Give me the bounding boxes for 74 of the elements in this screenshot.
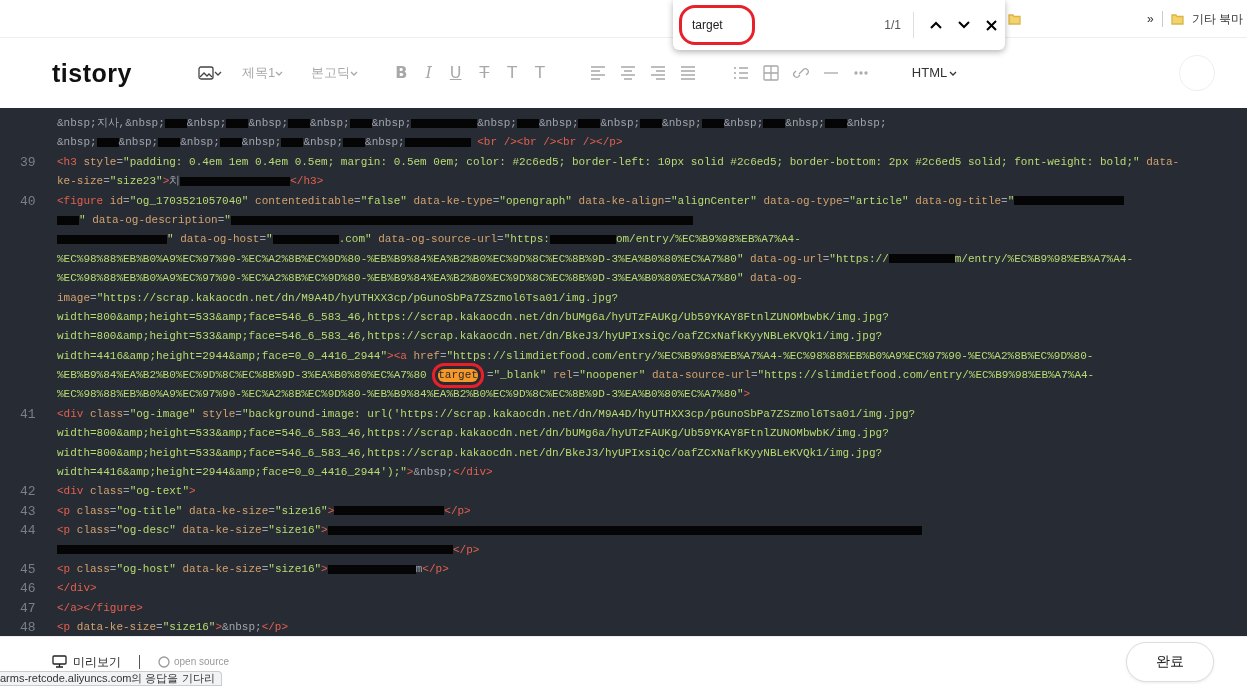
format-dropdown[interactable]: 본고딕 (305, 63, 365, 83)
code-line: %EC%98%88%EB%B0%A9%EC%97%90-%EC%A2%8B%EC%9D%80-%EB%B9%84%EA%B2%B0%EC%9D%8C%EC%8B%9D-3%EA%B0%80%EC%A7%80"> (57, 387, 751, 403)
caret-icon (949, 69, 958, 77)
overflow-chevron[interactable]: » (1146, 9, 1154, 28)
code-line: image="https://scrap.kakaocdn.net/dn/M9A4D/hyUTHXX3cp/pGunoSbPa7ZSzmol6Tsa01/img.jpg? (57, 290, 619, 306)
status-tooltip: arms-retcode.aliyuncs.com의 응답을 기다리 (0, 671, 222, 686)
code-line: &nbsp;지사,&nbsp; &nbsp; &nbsp; &nbsp; &nbsp; &nbsp; &nbsp; &nbsp; &nbsp; &nbsp; &nbsp; &nbsp; (57, 116, 887, 131)
code-line: &nbsp; &nbsp; &nbsp; &nbsp; &nbsp; &nbsp; <br /><br /><br /></p> (57, 135, 623, 151)
line-number: 39 (19, 153, 37, 172)
monitor-icon (52, 655, 67, 668)
code-line: width=800&amp;height=533&amp;face=546_6_583_46,https://scrap.kakaocdn.net/dn/BkeJ3/hyUPIxsiQc/oafZCxNafkKyyNBLeKVQk1/img.jpg? (57, 445, 883, 461)
preview-link[interactable]: 미리보기 (73, 652, 121, 671)
code-line: </p> (57, 540, 480, 560)
align-right-icon (649, 64, 666, 82)
code-line: </a></figure> (57, 600, 143, 616)
match-count: 1/1 (884, 17, 901, 34)
caret-icon (275, 69, 284, 77)
list-icon (732, 64, 749, 82)
more-icon (852, 71, 869, 75)
code-line: width=4416&amp;height=2944&amp;face=0_0_4416_2944"><a href="https://slimdietfood.com/entry/%EC%B9%98%EB%A7%A4-%EC%98%88%EB%B0%A9%EC%97%90-%EC%A2%8B%EC%9D%80- (57, 348, 1094, 364)
code-line: %EB%B9%84%EA%B2%B0%EC%9D%8C%EC%8B%9D-3%EA%B0%80%EC%A7%80 target ="_blank" rel="noopener" data-source-url="https://slimdietfood.com/entry/%EC%B9%98%EB%A7%A4- (57, 368, 1095, 385)
plain-button[interactable]: T (502, 61, 523, 85)
code-line: <figure id="og_1703521057040" contenteditable="false" data-ke-type="opengraph" data-ke-align="alignCenter" data-og-type="article" data-og-title=" (57, 191, 1125, 211)
code-line: <div class="og-text"> (57, 484, 196, 500)
tistory-logo[interactable]: tistory (52, 60, 192, 86)
code-line: <p class="og-desc" data-ke-size="size16"> (57, 521, 922, 541)
folder-icon[interactable] (1007, 12, 1021, 25)
italic-button[interactable]: I (420, 61, 437, 85)
folder-icon[interactable] (1170, 12, 1184, 25)
chevron-down-icon (958, 21, 970, 29)
code-line: " data-og-host=" .com" data-og-source-url="https: om/entry/%EC%B9%98%EB%A7%A4- (57, 230, 801, 250)
table-icon (762, 64, 779, 82)
code-line: ke-size="size23">치 </h3> (57, 174, 324, 190)
code-line: <p class="og-title" data-ke-size="size16"> </p> (57, 503, 471, 519)
caret-icon (350, 69, 359, 77)
code-line: </div> (57, 581, 97, 597)
code-line: %EC%98%88%EB%B0%A9%EC%97%90-%EC%A2%8B%EC%9D%80-%EB%B9%84%EA%B2%B0%EC%9D%8C%EC%8B%9D-3%EA%B0%80%EC%A7%80" data-og- (57, 271, 803, 287)
horizontal-rule-icon (822, 71, 839, 75)
line-number: 43 (19, 502, 37, 521)
code-line: width=800&amp;height=533&amp;face=546_6_583_46,https://scrap.kakaocdn.net/dn/bUMg6a/hyUTzFAUKg/Ub59YKAY8FtnlZUNOMbwbK/img.jpg? (57, 309, 889, 325)
code-line: width=800&amp;height=533&amp;face=546_6_583_46,https://scrap.kakaocdn.net/dn/BkeJ3/hyUPIxsiQc/oafZCxNafkKyyNBLeKVQk1/img.jpg? (57, 329, 883, 345)
underline-button[interactable]: U (444, 61, 467, 85)
code-line: width=800&amp;height=533&amp;face=546_6_583_46,https://scrap.kakaocdn.net/dn/bUMg6a/hyUTzFAUKg/Ub59YKAY8FtnlZUNOMbwbK/img.jpg? (57, 426, 889, 442)
code-line: <p data-ke-size="size16">&nbsp;</p> (57, 620, 289, 636)
line-number: 42 (19, 483, 37, 502)
caret-icon (214, 69, 222, 77)
code-line: <p class="og-host" data-ke-size="size16"> m</p> (57, 562, 449, 577)
line-number: 45 (19, 561, 37, 579)
align-left-icon (589, 64, 606, 82)
code-line: %EC%98%88%EB%B0%A9%EC%97%90-%EC%A2%8B%EC%9D%80-%EB%B9%84%EA%B2%B0%EC%9D%8C%EC%8B%9D-3%EA%B0%80%EC%A7%80" data-og-url="https:// m/entry/%EC%B9%98%EB%A7%A4- (57, 251, 1133, 267)
line-number: 41 (19, 405, 37, 424)
line-number: 46 (19, 580, 37, 599)
code-line: width=4416&amp;height=2944&amp;face=0_0_4416_2944');">&nbsp;</div> (57, 465, 493, 481)
find-field[interactable]: target (679, 5, 755, 45)
done-button[interactable]: 완료 (1126, 641, 1214, 682)
bold-button[interactable]: B (390, 61, 413, 85)
code-line: <div class="og-image" style="background-image: url('https://scrap.kakaocdn.net/dn/M9A4D/hyUTHXX3cp/pGunoSbPa7ZSzmol6Tsa01/img.jpg? (57, 406, 916, 422)
plain-button[interactable]: T (530, 61, 550, 85)
justify-icon (679, 64, 696, 82)
line-number: 40 (19, 192, 37, 211)
line-number: 48 (19, 619, 37, 636)
bookmark-folder[interactable]: 기타 북마 (1191, 9, 1243, 28)
close-icon (986, 19, 997, 31)
code-line: <h3 style="padding: 0.4em 1em 0.4em 0.5em; margin: 0.5em 0em; color: #2c6ed5; border-left: 10px solid #2c6ed5; border-bottom: 2px #2c6ed5 solid; font-weight: bold;" data- (57, 154, 1180, 170)
line-number: 47 (19, 599, 37, 618)
line-number: 44 (19, 522, 37, 541)
code-line: " data-og-description=" (57, 210, 693, 231)
mode-dropdown[interactable]: HTML (905, 62, 964, 84)
align-center-icon (619, 64, 636, 82)
open-source-link[interactable]: open source (174, 654, 230, 669)
strike-button[interactable]: T (474, 61, 495, 85)
format-dropdown[interactable]: 제목1 (236, 63, 290, 83)
chevron-up-icon (930, 21, 942, 29)
picture-icon (198, 65, 214, 81)
